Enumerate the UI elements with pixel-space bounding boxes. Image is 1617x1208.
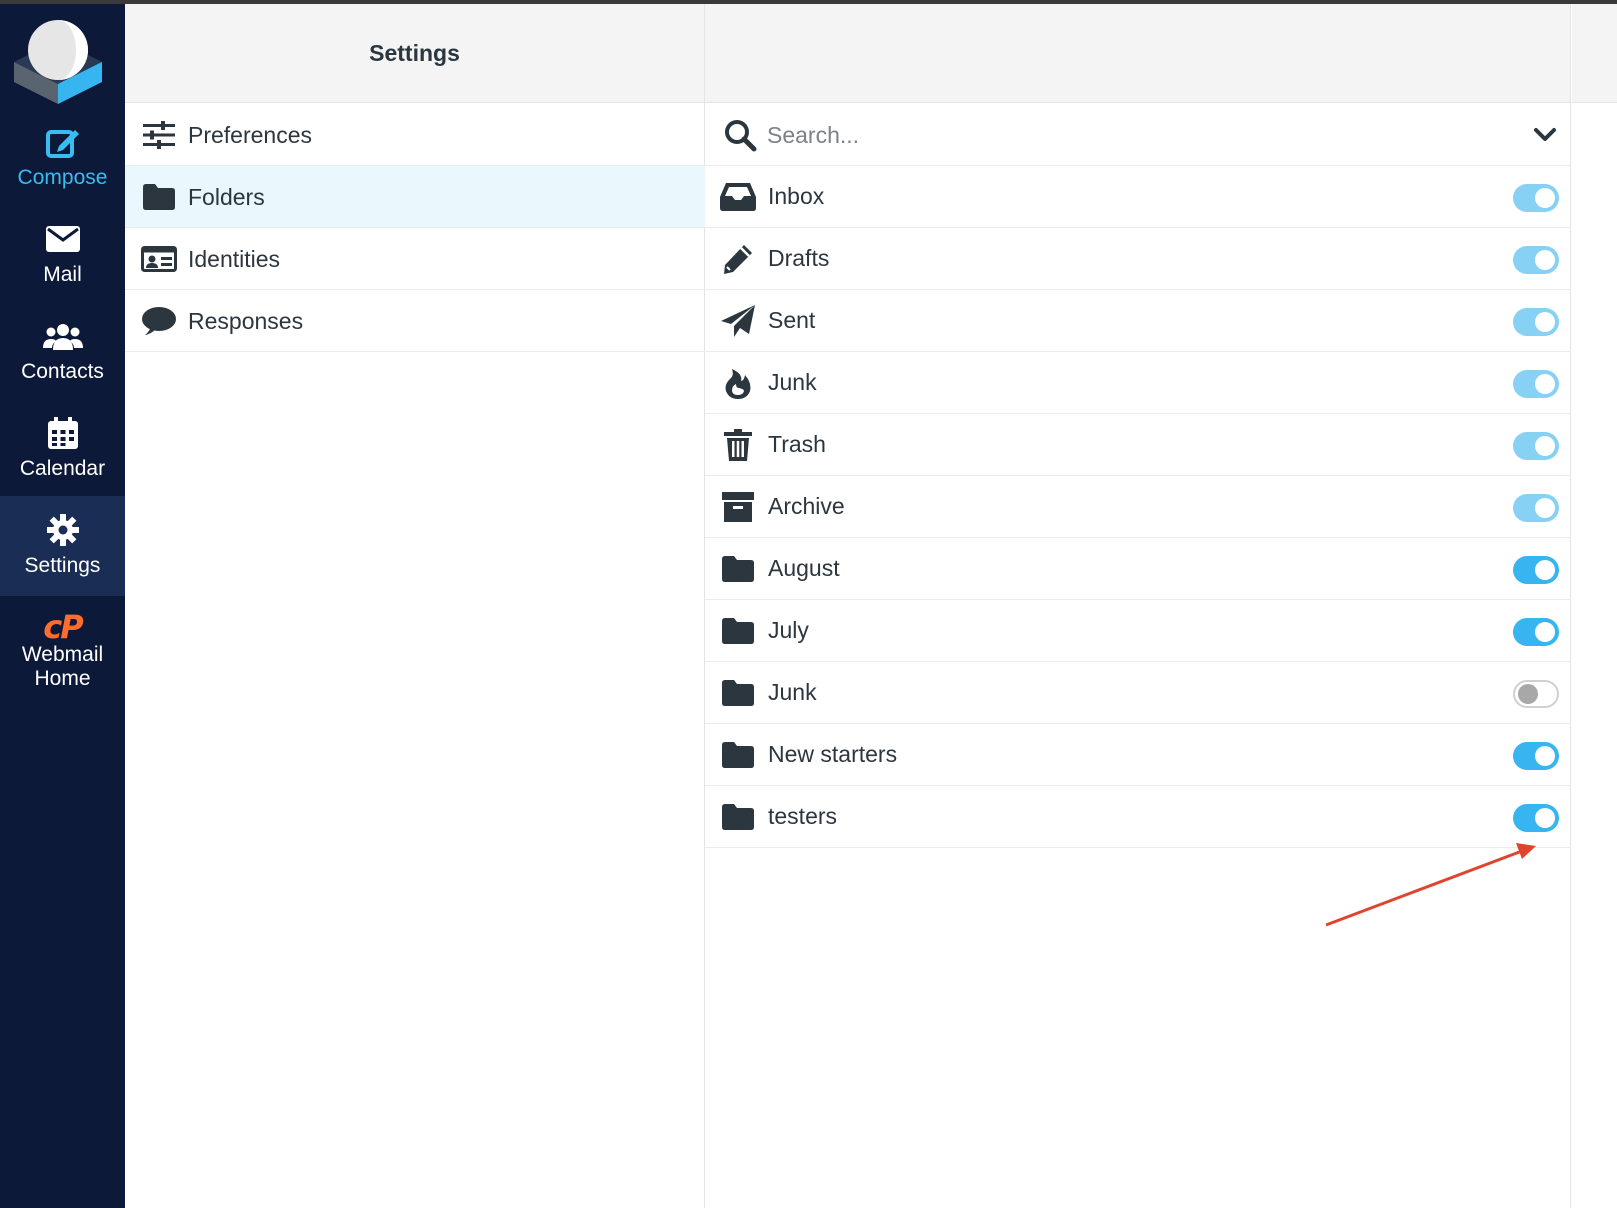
folder-icon <box>719 737 757 773</box>
app-nav: Compose Mail Contacts Calendar Settings … <box>0 4 125 1208</box>
sliders-icon <box>141 117 177 153</box>
settings-item-label: Identities <box>188 246 281 272</box>
nav-contacts[interactable]: Contacts <box>0 302 125 402</box>
toggle-knob <box>1535 498 1555 518</box>
settings-item-label: Responses <box>188 308 304 334</box>
nav-webmail-home[interactable]: cP Webmail Home <box>0 593 125 693</box>
users-icon <box>0 318 125 354</box>
folder-name: Trash <box>768 431 826 457</box>
nav-mail[interactable]: Mail <box>0 205 125 305</box>
folder-icon <box>719 613 757 649</box>
roundcube-logo[interactable] <box>0 4 125 108</box>
folder-name: Junk <box>768 369 817 395</box>
subscription-toggle[interactable] <box>1513 680 1559 708</box>
settings-item-folders[interactable]: Folders <box>125 166 705 228</box>
nav-settings[interactable]: Settings <box>0 496 125 596</box>
page-title: Settings <box>369 40 460 66</box>
nav-compose[interactable]: Compose <box>0 108 125 208</box>
nav-label: Contacts <box>21 360 104 383</box>
nav-label: Webmail Home <box>21 643 104 690</box>
folder-row-archive[interactable]: Archive <box>705 476 1571 538</box>
folder-row-sent[interactable]: Sent <box>705 290 1571 352</box>
nav-label: Mail <box>43 263 82 286</box>
folder-row-testers[interactable]: testers <box>705 786 1571 848</box>
trash-icon <box>719 427 757 463</box>
folders-header <box>705 4 1570 103</box>
folder-row-july[interactable]: July <box>705 600 1571 662</box>
settings-header: Settings <box>125 4 704 103</box>
subscription-toggle[interactable] <box>1513 432 1559 460</box>
folder-search <box>705 104 1570 166</box>
folder-icon <box>719 799 757 835</box>
toggle-knob <box>1535 312 1555 332</box>
toggle-knob <box>1535 622 1555 642</box>
folder-icon <box>141 179 177 215</box>
paper-plane-icon <box>719 303 757 339</box>
archive-icon <box>719 489 757 525</box>
subscription-toggle[interactable] <box>1513 370 1559 398</box>
nav-calendar[interactable]: Calendar <box>0 399 125 499</box>
settings-item-label: Folders <box>188 184 265 210</box>
search-icon[interactable] <box>723 118 757 152</box>
nav-label: Calendar <box>19 457 106 480</box>
cpanel-icon: cP <box>43 608 83 646</box>
folders-panel: Inbox Drafts Sent Junk Trash Archiv <box>705 4 1571 1208</box>
folder-row-junk-custom[interactable]: Junk <box>705 662 1571 724</box>
pencil-icon <box>719 241 757 277</box>
right-panel-header <box>1572 4 1617 103</box>
folder-name: August <box>768 555 840 581</box>
folder-name: Inbox <box>768 183 825 209</box>
subscription-toggle[interactable] <box>1513 494 1559 522</box>
folder-row-drafts[interactable]: Drafts <box>705 228 1571 290</box>
nav-label: Compose <box>17 166 108 189</box>
settings-item-identities[interactable]: Identities <box>125 228 705 290</box>
folder-name: New starters <box>768 741 898 767</box>
subscription-toggle[interactable] <box>1513 246 1559 274</box>
folder-name: Drafts <box>768 245 830 271</box>
search-input[interactable] <box>767 114 1467 156</box>
toggle-knob <box>1535 436 1555 456</box>
fire-icon <box>719 365 757 401</box>
settings-item-label: Preferences <box>188 122 313 148</box>
toggle-knob <box>1535 560 1555 580</box>
calendar-icon <box>0 415 125 451</box>
subscription-toggle[interactable] <box>1513 618 1559 646</box>
chevron-down-icon[interactable] <box>1532 122 1558 148</box>
settings-item-preferences[interactable]: Preferences <box>125 104 705 166</box>
folder-row-junk[interactable]: Junk <box>705 352 1571 414</box>
folder-row-trash[interactable]: Trash <box>705 414 1571 476</box>
subscription-toggle[interactable] <box>1513 308 1559 336</box>
settings-item-responses[interactable]: Responses <box>125 290 705 352</box>
toggle-knob <box>1535 746 1555 766</box>
folder-icon <box>719 551 757 587</box>
folder-icon <box>719 675 757 711</box>
subscription-toggle[interactable] <box>1513 556 1559 584</box>
folder-row-august[interactable]: August <box>705 538 1571 600</box>
folder-name: July <box>768 617 809 643</box>
toggle-knob <box>1518 684 1538 704</box>
toggle-knob <box>1535 374 1555 394</box>
compose-icon <box>0 124 125 160</box>
inbox-icon <box>719 179 757 215</box>
folder-name: Sent <box>768 307 816 333</box>
folder-name: Archive <box>768 493 845 519</box>
settings-sidebar: Settings Preferences Folders Identities … <box>125 4 705 1208</box>
subscription-toggle[interactable] <box>1513 184 1559 212</box>
folder-row-inbox[interactable]: Inbox <box>705 166 1571 228</box>
gear-icon <box>0 512 125 548</box>
subscription-toggle[interactable] <box>1513 804 1559 832</box>
toggle-knob <box>1535 250 1555 270</box>
folder-row-new-starters[interactable]: New starters <box>705 724 1571 786</box>
toggle-knob <box>1535 808 1555 828</box>
id-card-icon <box>141 241 177 277</box>
subscription-toggle[interactable] <box>1513 742 1559 770</box>
envelope-icon <box>0 221 125 257</box>
toggle-knob <box>1535 188 1555 208</box>
folder-name: testers <box>768 803 838 829</box>
comment-icon <box>141 303 177 339</box>
nav-label: Settings <box>24 554 101 577</box>
folder-name: Junk <box>768 679 817 705</box>
